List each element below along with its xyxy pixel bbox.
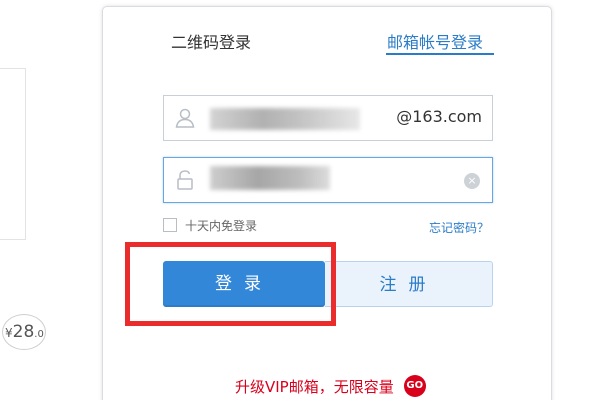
- password-value-blurred: [210, 166, 330, 190]
- remember-label: 十天内免登录: [185, 218, 258, 233]
- remember-me[interactable]: 十天内免登录: [163, 217, 257, 233]
- remember-checkbox[interactable]: [163, 218, 177, 232]
- login-button[interactable]: 登录: [163, 261, 325, 307]
- price-amount: 28: [12, 322, 35, 342]
- user-icon: [174, 107, 196, 129]
- background-card: [0, 68, 26, 240]
- lock-icon: [174, 169, 196, 191]
- vip-promo[interactable]: 升级VIP邮箱，无限容量 GO: [235, 375, 426, 397]
- login-panel: 二维码登录 邮箱帐号登录 @163.com × 十天内免登录 忘记密码？ 登录 …: [102, 6, 552, 400]
- register-button[interactable]: 注册: [325, 261, 493, 307]
- price-decimal: .0: [34, 329, 44, 340]
- price-badge: ¥28.0: [2, 314, 46, 350]
- vip-promo-text[interactable]: 升级VIP邮箱，无限容量: [235, 376, 394, 397]
- password-field[interactable]: ×: [163, 157, 493, 203]
- forgot-password-link[interactable]: 忘记密码？: [429, 219, 489, 236]
- username-field[interactable]: @163.com: [163, 95, 493, 141]
- tab-mail-login[interactable]: 邮箱帐号登录: [387, 29, 483, 53]
- username-value-blurred: [210, 108, 360, 130]
- go-icon[interactable]: GO: [403, 375, 426, 397]
- active-tab-indicator: [386, 53, 494, 55]
- email-domain-suffix: @163.com: [396, 107, 482, 126]
- clear-icon[interactable]: ×: [464, 173, 480, 189]
- price-currency: ¥: [5, 326, 13, 340]
- tab-qr-login[interactable]: 二维码登录: [171, 29, 251, 53]
